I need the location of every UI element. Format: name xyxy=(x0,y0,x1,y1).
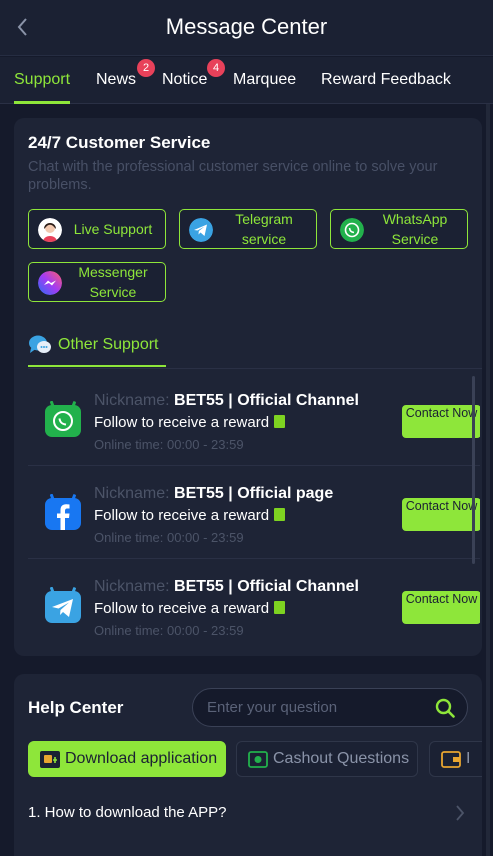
tab-notice[interactable]: Notice xyxy=(162,71,207,89)
list-scrollbar[interactable] xyxy=(472,376,475,564)
search-box xyxy=(192,688,468,727)
contact-now-button[interactable]: Contact Now xyxy=(402,498,480,531)
help-center-card: Help Center Download application Cashout… xyxy=(14,674,482,856)
notice-count-badge: 4 xyxy=(207,59,225,77)
copy-icon[interactable] xyxy=(274,415,286,428)
category-cashout-questions[interactable]: Cashout Questions xyxy=(236,741,418,777)
messenger-service-button[interactable]: Messenger Service xyxy=(28,262,166,302)
list-item: Nickname: BET55 | Official Channel Follo… xyxy=(28,373,480,466)
copy-icon[interactable] xyxy=(274,601,286,614)
tab-news[interactable]: News xyxy=(96,71,136,89)
follow-reward-text: Follow to receive a reward xyxy=(94,507,286,524)
follow-reward-text: Follow to receive a reward xyxy=(94,600,286,617)
copy-icon[interactable] xyxy=(274,508,286,521)
other-support-underline xyxy=(28,365,166,367)
top-bar: Message Center xyxy=(0,0,493,56)
telegram-icon xyxy=(189,218,213,242)
faq-item[interactable]: 1. How to download the APP? xyxy=(28,804,226,821)
page-scrollbar[interactable] xyxy=(486,104,490,856)
search-icon[interactable] xyxy=(435,698,455,718)
tab-marquee[interactable]: Marquee xyxy=(233,71,296,89)
online-time: Online time: 00:00 - 23:59 xyxy=(94,623,244,638)
contact-now-button[interactable]: Contact Now xyxy=(402,591,480,624)
tab-support[interactable]: Support xyxy=(14,71,70,89)
customer-service-title: 24/7 Customer Service xyxy=(28,133,211,152)
chip-label: Cashout Questions xyxy=(273,750,410,767)
customer-service-card: 24/7 Customer Service Chat with the prof… xyxy=(14,118,482,656)
live-support-label: Live Support xyxy=(73,221,153,237)
list-item: Nickname: BET55 | Official Channel Follo… xyxy=(28,559,480,650)
telegram-icon xyxy=(45,587,81,623)
tab-bar: Support News 2 Notice 4 Marquee Reward F… xyxy=(0,57,493,104)
live-support-button[interactable]: Live Support xyxy=(28,209,166,249)
messenger-service-label: Messenger Service xyxy=(78,264,148,300)
chip-label: I xyxy=(466,750,471,767)
app-download-icon xyxy=(40,751,60,768)
category-wallet[interactable]: I xyxy=(429,741,482,777)
category-download-application[interactable]: Download application xyxy=(28,741,226,777)
divider xyxy=(28,368,482,369)
whatsapp-service-button[interactable]: WhatsApp Service xyxy=(330,209,468,249)
list-item: Nickname: BET55 | Official page Follow t… xyxy=(28,466,480,559)
telegram-service-button[interactable]: Telegram service xyxy=(179,209,317,249)
message-center-page: Message Center Support News 2 Notice 4 M… xyxy=(0,0,493,856)
channel-nickname: Nickname: BET55 | Official Channel xyxy=(94,392,359,409)
facebook-icon xyxy=(45,494,81,530)
follow-reward-text: Follow to receive a reward xyxy=(94,414,286,431)
channel-nickname: Nickname: BET55 | Official page xyxy=(94,485,334,502)
whatsapp-icon xyxy=(340,218,364,242)
whatsapp-service-label: WhatsApp Service xyxy=(382,211,448,247)
channel-nickname: Nickname: BET55 | Official Channel xyxy=(94,578,359,595)
chat-bubbles-icon xyxy=(29,335,51,353)
online-time: Online time: 00:00 - 23:59 xyxy=(94,437,244,452)
agent-avatar-icon xyxy=(38,218,62,242)
wallet-icon xyxy=(441,751,461,768)
chip-label: Download application xyxy=(65,750,218,767)
whatsapp-icon xyxy=(45,401,81,437)
cashout-icon xyxy=(248,751,268,768)
page-title: Message Center xyxy=(165,14,328,39)
telegram-service-label: Telegram service xyxy=(235,211,293,247)
active-tab-indicator xyxy=(14,101,70,104)
online-time: Online time: 00:00 - 23:59 xyxy=(94,530,244,545)
search-input[interactable] xyxy=(207,689,427,726)
tab-reward-feedback[interactable]: Reward Feedback xyxy=(321,71,451,89)
support-channel-list: Nickname: BET55 | Official Channel Follo… xyxy=(28,373,480,650)
contact-now-button[interactable]: Contact Now xyxy=(402,405,480,438)
messenger-icon xyxy=(38,271,62,295)
help-center-title: Help Center xyxy=(28,698,124,717)
other-support-tab[interactable]: Other Support xyxy=(58,336,159,354)
chevron-right-icon[interactable] xyxy=(454,804,466,822)
customer-service-subtitle: Chat with the professional customer serv… xyxy=(28,159,438,193)
news-count-badge: 2 xyxy=(137,59,155,77)
